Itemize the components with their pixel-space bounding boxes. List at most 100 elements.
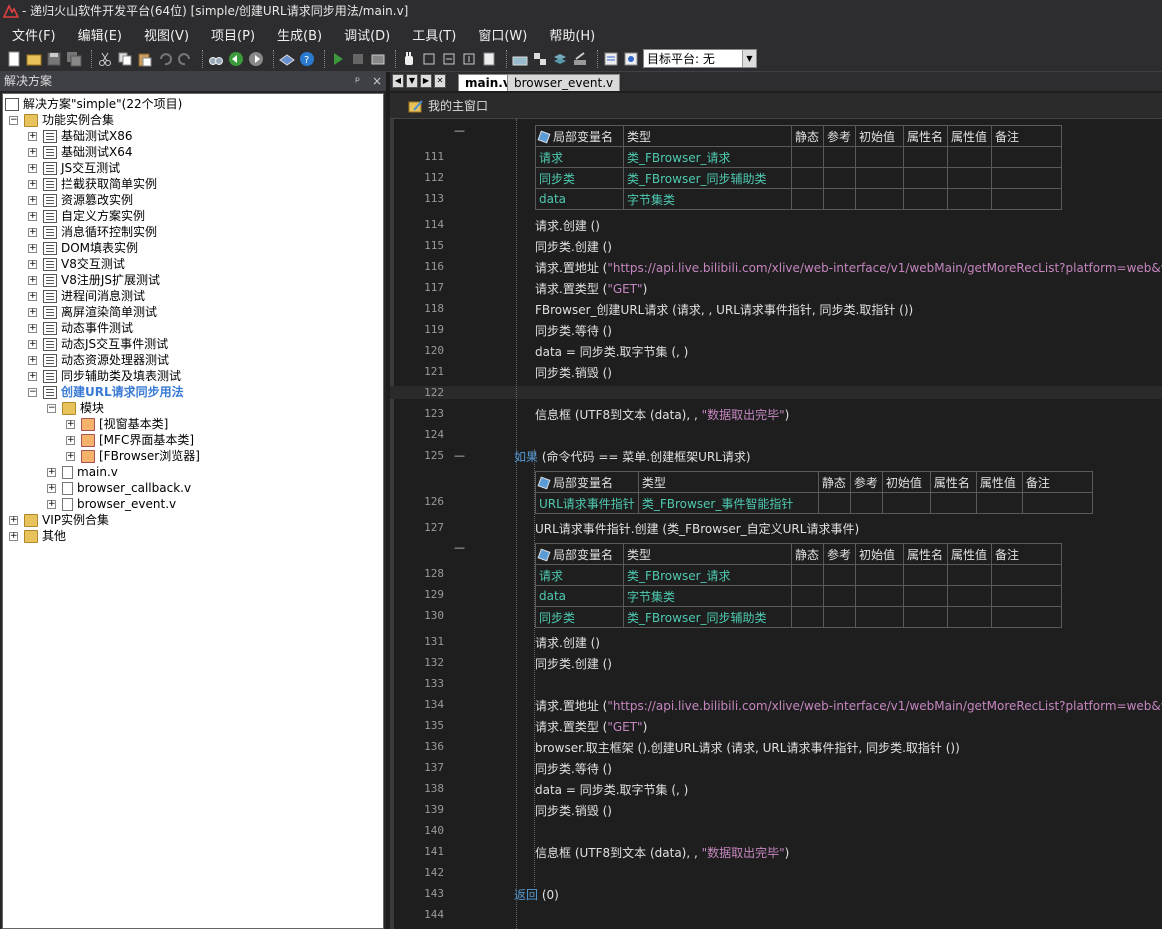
table-row[interactable]: URL请求事件指针 类_FBrowser_事件智能指针: [535, 492, 1093, 514]
menu-debug[interactable]: 调试(D): [340, 23, 394, 46]
fold-marker[interactable]: —: [454, 541, 465, 554]
step-out-icon[interactable]: [461, 51, 477, 67]
code-line[interactable]: browser.取主框架 ().创建URL请求 (请求, URL请求事件指针, …: [535, 739, 960, 756]
expand-icon[interactable]: +: [28, 371, 37, 381]
code-line[interactable]: 同步类.等待 (): [535, 760, 612, 777]
tree-node[interactable]: + V8注册JS扩展测试: [28, 272, 160, 288]
collapse-icon[interactable]: −: [47, 403, 56, 413]
tree-node[interactable]: + 动态事件测试: [28, 320, 133, 336]
code-line[interactable]: data = 同步类.取字节集 (, ): [535, 343, 688, 360]
tree-node[interactable]: + 消息循环控制实例: [28, 224, 157, 240]
expand-icon[interactable]: +: [66, 419, 75, 429]
tree-node[interactable]: + 拦截获取简单实例: [28, 176, 157, 192]
tree-node[interactable]: + 离屏渲染简单测试: [28, 304, 157, 320]
window-list-icon[interactable]: [603, 51, 619, 67]
table-row[interactable]: 同步类 类_FBrowser_同步辅助类: [535, 167, 1062, 189]
expand-icon[interactable]: +: [28, 243, 37, 253]
expand-icon[interactable]: +: [28, 307, 37, 317]
layout-icon[interactable]: [532, 51, 548, 67]
back-icon[interactable]: [228, 51, 244, 67]
code-line[interactable]: 请求.置类型 ("GET"): [535, 718, 647, 735]
menu-view[interactable]: 视图(V): [140, 23, 193, 46]
collapse-icon[interactable]: −: [28, 387, 37, 397]
expand-icon[interactable]: +: [9, 531, 18, 541]
breakpoint-icon[interactable]: [481, 51, 497, 67]
chevron-down-icon[interactable]: ▼: [742, 50, 756, 67]
tree-node[interactable]: + DOM填表实例: [28, 240, 138, 256]
code-line[interactable]: 请求.创建 (): [535, 634, 600, 651]
fold-marker[interactable]: —: [454, 449, 465, 462]
code-line[interactable]: 请求.置地址 ("https://api.live.bilibili.com/x…: [535, 697, 1162, 714]
expand-icon[interactable]: +: [28, 179, 37, 189]
code-line[interactable]: data = 同步类.取字节集 (, ): [535, 781, 688, 798]
tree-node[interactable]: 解决方案"simple"(22个项目): [5, 96, 182, 112]
tree-node[interactable]: + 基础测试X86: [28, 128, 133, 144]
expand-icon[interactable]: +: [28, 323, 37, 333]
tree-node[interactable]: + [FBrowser浏览器]: [66, 448, 200, 464]
step-over-icon[interactable]: [441, 51, 457, 67]
code-line[interactable]: 请求.置类型 ("GET"): [535, 280, 647, 297]
tree-node[interactable]: + browser_event.v: [47, 496, 176, 512]
tree-node[interactable]: + 其他: [9, 528, 66, 544]
undo-icon[interactable]: [157, 51, 173, 67]
expand-icon[interactable]: +: [66, 451, 75, 461]
expand-icon[interactable]: +: [28, 195, 37, 205]
expand-icon[interactable]: +: [66, 435, 75, 445]
expand-icon[interactable]: +: [28, 275, 37, 285]
fold-marker[interactable]: —: [454, 124, 465, 137]
run-icon[interactable]: [330, 51, 346, 67]
code-line[interactable]: URL请求事件指针.创建 (类_FBrowser_自定义URL请求事件): [535, 520, 859, 537]
menu-project[interactable]: 项目(P): [207, 23, 259, 46]
tree-node[interactable]: + 资源篡改实例: [28, 192, 133, 208]
tab-browser-event-v[interactable]: browser_event.v: [507, 74, 621, 91]
code-line[interactable]: 请求.置地址 ("https://api.live.bilibili.com/x…: [535, 259, 1162, 276]
expand-icon[interactable]: +: [47, 483, 56, 493]
find-icon[interactable]: [208, 51, 224, 67]
code-line[interactable]: FBrowser_创建URL请求 (请求, , URL请求事件指针, 同步类.取…: [535, 301, 913, 318]
menu-tools[interactable]: 工具(T): [408, 23, 460, 46]
paste-icon[interactable]: [137, 51, 153, 67]
tab-scroll-right-icon[interactable]: ▶: [420, 74, 432, 88]
expand-icon[interactable]: +: [28, 227, 37, 237]
save-all-icon[interactable]: [66, 51, 82, 67]
code-line[interactable]: 如果 (命令代码 == 菜单.创建框架URL请求): [514, 448, 751, 465]
tree-node[interactable]: + [MFC界面基本类]: [66, 432, 194, 448]
code-line[interactable]: 信息框 (UTF8到文本 (data), , "数据取出完毕"): [535, 844, 789, 861]
tree-node[interactable]: + main.v: [47, 464, 118, 480]
designer-icon[interactable]: [512, 51, 528, 67]
preview-icon[interactable]: [623, 51, 639, 67]
tree-node[interactable]: + 自定义方案实例: [28, 208, 145, 224]
target-platform-select[interactable]: 目标平台: 无 ▼: [643, 49, 757, 68]
table-row[interactable]: 请求 类_FBrowser_请求: [535, 146, 1062, 168]
hand-icon[interactable]: [401, 51, 417, 67]
save-icon[interactable]: [46, 51, 62, 67]
menu-build[interactable]: 生成(B): [273, 23, 326, 46]
expand-icon[interactable]: +: [28, 211, 37, 221]
tree-node[interactable]: − 创建URL请求同步用法: [28, 384, 184, 400]
code-line[interactable]: 同步类.创建 (): [535, 238, 612, 255]
code-line[interactable]: 同步类.创建 (): [535, 655, 612, 672]
tree-node[interactable]: + 同步辅助类及填表测试: [28, 368, 181, 384]
code-line[interactable]: 请求.创建 (): [535, 217, 600, 234]
stop-icon[interactable]: [350, 51, 366, 67]
expand-icon[interactable]: +: [28, 259, 37, 269]
open-folder-icon[interactable]: [26, 51, 42, 67]
code-area[interactable]: — — 局部变量名 类型 静态 参考 初始值 属性名 属性值 备注 请求 类_FB…: [390, 119, 1162, 929]
expand-icon[interactable]: +: [28, 163, 37, 173]
code-line[interactable]: 信息框 (UTF8到文本 (data), , "数据取出完毕"): [535, 406, 789, 423]
pin-icon[interactable]: ᵖ: [355, 74, 360, 88]
code-line[interactable]: 同步类.销毁 (): [535, 364, 612, 381]
table-row[interactable]: data 字节集类: [535, 585, 1062, 607]
code-line[interactable]: 返回 (0): [514, 886, 559, 903]
code-line[interactable]: 同步类.等待 (): [535, 322, 612, 339]
tab-scroll-left-icon[interactable]: ◀: [392, 74, 404, 88]
expand-icon[interactable]: +: [47, 467, 56, 477]
table-row[interactable]: 同步类 类_FBrowser_同步辅助类: [535, 606, 1062, 628]
expand-icon[interactable]: +: [28, 355, 37, 365]
tools-icon[interactable]: [572, 51, 588, 67]
menu-window[interactable]: 窗口(W): [474, 23, 531, 46]
tree-node[interactable]: + 动态JS交互事件测试: [28, 336, 168, 352]
tree-node[interactable]: + 动态资源处理器测试: [28, 352, 169, 368]
tree-node[interactable]: − 模块: [47, 400, 104, 416]
tree-node[interactable]: + JS交互测试: [28, 160, 120, 176]
